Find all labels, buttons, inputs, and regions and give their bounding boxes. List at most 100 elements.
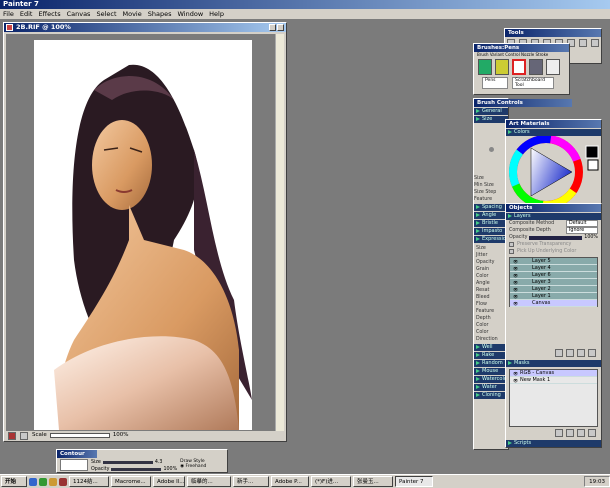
media-icon[interactable] [59,477,67,486]
preserve-checkbox[interactable] [509,242,514,247]
delete-mask-icon[interactable] [588,429,596,437]
section-cloning[interactable]: Cloning [474,392,508,399]
mask-item-new[interactable]: New Mask 1 [510,377,597,384]
feature-row: Feature [474,196,508,203]
freehand-label: Freehand [185,464,207,469]
maximize-button[interactable] [277,24,284,31]
section-spacing[interactable]: Spacing [474,204,508,211]
menu-effects[interactable]: Effects [38,9,60,19]
canvas-paper[interactable] [34,40,252,430]
color-wheel[interactable] [506,135,601,209]
section-bristle[interactable]: Bristle [474,220,508,227]
pen-tool-icon[interactable] [579,39,587,47]
scale-slider[interactable] [49,433,110,438]
load-mask-icon[interactable] [566,429,574,437]
preserve-row[interactable]: Preserve Transparency [506,241,601,248]
vertical-scrollbar[interactable] [275,34,284,431]
ie-icon[interactable] [29,477,37,486]
menu-help[interactable]: Help [209,9,224,19]
section-scripts[interactable]: Scripts [506,440,601,447]
section-masks[interactable]: Masks [506,360,601,367]
composite-method-label: Composite Method [509,221,555,226]
brush-category[interactable]: Pens [482,77,508,89]
minimize-button[interactable] [269,24,276,31]
brush-variant[interactable]: Scratchboard Tool [512,77,554,89]
layer-mask-icon[interactable] [566,349,574,357]
menu-file[interactable]: File [3,9,14,19]
document-title-bar[interactable]: 2B.RIF @ 100% [4,23,286,32]
section-random[interactable]: Random [474,360,508,367]
taskbar-item-active[interactable]: Painter 7 [395,476,433,487]
section-angle[interactable]: Angle [474,212,508,219]
pens-brush-icon[interactable] [478,59,492,75]
new-mask-icon[interactable] [555,429,563,437]
layer-item[interactable]: Layer 2 [510,286,597,293]
tracing-icon[interactable] [20,431,28,440]
layer-item[interactable]: Layer 3 [510,279,597,286]
folder-icon[interactable] [49,477,57,486]
opacity-slider[interactable] [529,235,583,240]
taskbar-item[interactable]: 临摹的... [187,476,231,487]
contour-size-row: Size 4.3 [91,459,177,466]
layer-item[interactable]: Layer 1 [510,293,597,300]
composite-depth-select[interactable]: Ignore [566,227,598,234]
pick-checkbox[interactable] [509,249,514,254]
section-impasto[interactable]: Impasto [474,228,508,235]
record-icon[interactable] [8,431,16,440]
mask-item-rgb[interactable]: RGB - Canvas [510,370,597,377]
pencil-brush-icon[interactable] [495,59,509,75]
masks-list: RGB - Canvas New Mask 1 [509,369,598,427]
layer-item[interactable]: Layer 6 [510,272,597,279]
menu-canvas[interactable]: Canvas [67,9,91,19]
menu-window[interactable]: Window [178,9,204,19]
delete-layer-icon[interactable] [588,349,596,357]
contour-opacity-label: Opacity [91,467,110,472]
menu-movie[interactable]: Movie [123,9,142,19]
taskbar-item[interactable]: Adobe P... [271,476,309,487]
taskbar-item[interactable]: 张曼玉... [353,476,393,487]
portrait-painting [54,64,252,430]
freehand-option[interactable]: ◉ Freehand [180,464,206,469]
contour-opacity-slider[interactable] [111,468,162,471]
taskbar-item[interactable]: 新手... [233,476,269,487]
pick-row[interactable]: Pick Up Underlying Color [506,248,601,255]
section-size[interactable]: Size [474,116,508,123]
contour-controls: Size 4.3 Opacity 100% Draw Style ◉ Freehan… [57,458,227,474]
canvas-layer-item[interactable]: Canvas [510,300,597,307]
menu-edit[interactable]: Edit [20,9,33,19]
contour-size-slider[interactable] [102,461,153,464]
section-colors[interactable]: Colors [506,129,601,136]
menu-select[interactable]: Select [96,9,116,19]
desktop-icon[interactable] [39,477,47,486]
eraser-brush-icon[interactable] [546,59,560,75]
taskbar-item[interactable]: (*)F)进... [311,476,351,487]
taskbar-item[interactable]: Adobe Il... [153,476,185,487]
size-label: Size [482,116,493,122]
taskbar-item[interactable]: Macrome... [111,476,151,487]
section-layers[interactable]: Layers [506,213,601,220]
invert-mask-icon[interactable] [577,429,585,437]
section-rake[interactable]: Rake [474,352,508,359]
layer-item[interactable]: Layer 5 [510,258,597,265]
airbrush-icon[interactable] [529,59,543,75]
composite-method-select[interactable]: Default [566,220,598,227]
bristle-label: Bristle [482,220,498,226]
section-watercolor[interactable]: Watercolor [474,376,509,383]
app-title: Painter 7 [3,0,39,8]
text-tool-icon[interactable] [591,39,599,47]
start-button[interactable]: 开始 [1,476,27,487]
scale-label: Scale [32,432,47,438]
duplicate-layer-icon[interactable] [577,349,585,357]
scratchboard-brush-icon[interactable] [512,59,526,75]
section-water[interactable]: Water [474,384,508,391]
menu-shapes[interactable]: Shapes [148,9,172,19]
contour-size-label: Size [91,460,101,465]
section-well[interactable]: Well [474,344,508,351]
section-general[interactable]: General [474,108,508,115]
new-layer-icon[interactable] [555,349,563,357]
layer-item[interactable]: Layer 4 [510,265,597,272]
taskbar-item[interactable]: 1124结... [69,476,109,487]
spacing-label: Spacing [482,204,502,210]
section-expression[interactable]: Expression [474,236,509,243]
section-mouse[interactable]: Mouse [474,368,508,375]
